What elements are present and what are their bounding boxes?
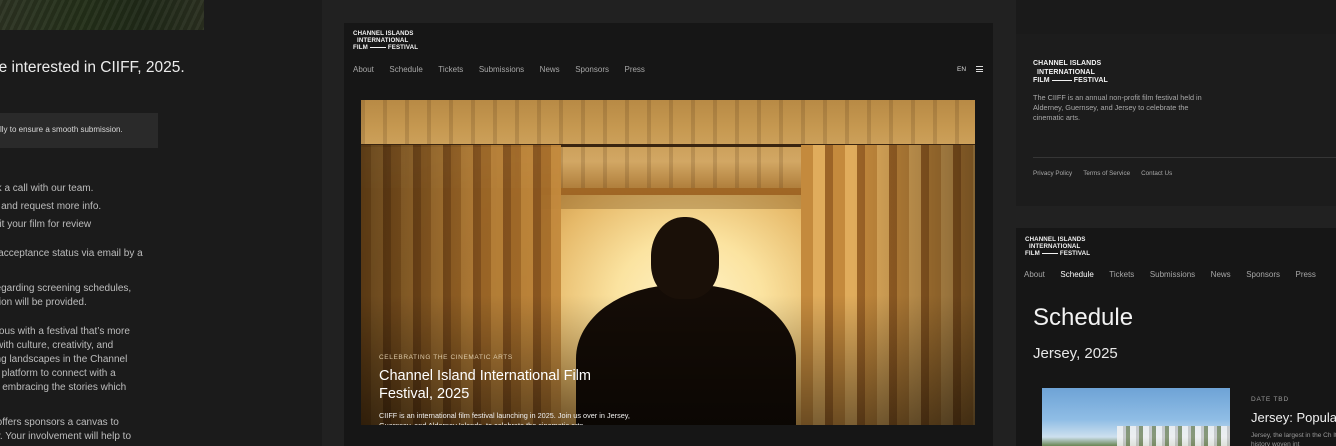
coastal-photo[interactable] [1042,388,1230,446]
logo-rule [1041,252,1058,254]
logo-line: CHANNEL ISLANDS [1033,60,1102,67]
logo-rule [1051,79,1072,81]
about-paragraph-line: n on embracing the stories which [0,382,127,393]
process-step: ditation will be provided. [0,297,87,308]
nav-about[interactable]: About [1024,270,1045,279]
nav-submissions[interactable]: Submissions [1150,270,1195,279]
footer-top-strip [1016,0,1336,34]
logo-line: INTERNATIONAL [357,37,409,44]
logo-word: FILM [1033,77,1050,84]
sponsor-paragraph-line: bally. Your involvement will help to [0,431,132,442]
contact-us-link[interactable]: Contact Us [1141,170,1172,177]
logo-line: FILM FESTIVAL [1025,250,1090,257]
nav-schedule[interactable]: Schedule [389,65,422,74]
schedule-nav: About Schedule Tickets Submissions News … [1024,270,1331,279]
logo-word: FILM [1025,250,1040,257]
hero-description: CIIFF is an international film festival … [379,411,630,425]
logo-word: FESTIVAL [1059,250,1091,257]
logo-line: FILM FESTIVAL [1033,77,1108,86]
event-name[interactable]: Jersey: Popula [1251,410,1336,425]
schedule-logo[interactable]: CHANNEL ISLANDS INTERNATIONAL FILM FESTIV… [1025,236,1090,257]
logo-word: FESTIVAL [387,44,419,51]
footer-divider [1033,157,1336,158]
logo-word: FILM [353,44,368,51]
privacy-policy-link[interactable]: Privacy Policy [1033,170,1072,177]
logo-line: CHANNEL ISLANDS [353,30,414,37]
homepage-preview: CHANNEL ISLANDS INTERNATIONAL FILM FESTIV… [344,23,993,446]
silhouette-head [651,217,719,299]
event-date: DATE TBD [1251,396,1289,403]
nav-press[interactable]: Press [1295,270,1315,279]
about-paragraph-line: nymous with a festival that’s more [0,326,130,337]
logo-line: INTERNATIONAL [1037,68,1095,76]
schedule-subtitle: Jersey, 2025 [1033,345,1118,362]
hero-title: Channel Island International Film Festiv… [379,368,591,402]
footer-logo[interactable]: CHANNEL ISLANDS INTERNATIONAL FILM FESTIV… [1033,60,1108,86]
main-nav: About Schedule Tickets Submissions News … [353,65,660,74]
nav-tickets[interactable]: Tickets [1109,270,1134,279]
hero-image: CELEBRATING THE CINEMATIC ARTS Channel I… [361,100,975,425]
schedule-title: Schedule [1033,304,1134,331]
about-paragraph-line: led with culture, creativity, and [0,340,114,351]
landscape-photo [0,0,204,30]
nav-sponsors[interactable]: Sponsors [575,65,609,74]
nav-news[interactable]: News [540,65,560,74]
nav-sponsors[interactable]: Sponsors [1246,270,1280,279]
process-step: m’s acceptance status via email by a [0,248,143,259]
nav-schedule-active[interactable]: Schedule [1060,270,1093,279]
left-panel: ’re interested in CIIFF, 2025. lly to en… [0,0,322,446]
interest-heading: ’re interested in CIIFF, 2025. [0,59,185,76]
terms-of-service-link[interactable]: Terms of Service [1083,170,1130,177]
footer-description: The CIIFF is an annual non-profit film f… [1033,93,1202,122]
language-toggle[interactable]: EN [957,66,966,73]
nav-submissions[interactable]: Submissions [479,65,524,74]
process-step: book a call with our team. [0,183,94,194]
process-step: ubmit your film for review [0,219,92,230]
logo-line: INTERNATIONAL [1029,243,1081,250]
about-paragraph-line: eled platform to connect with a [0,368,116,379]
hero-eyebrow: CELEBRATING THE CINEMATIC ARTS [379,354,513,361]
logo-rule [369,46,386,48]
sponsor-paragraph-line: hat offers sponsors a canvas to [0,417,119,428]
nav-news[interactable]: News [1211,270,1231,279]
process-step: ils regarding screening schedules, [0,283,132,294]
nav-about[interactable]: About [353,65,374,74]
nav-tickets[interactable]: Tickets [438,65,463,74]
logo-line: CHANNEL ISLANDS [1025,236,1086,243]
logo-word: FESTIVAL [1073,77,1108,84]
logo-line: FILM FESTIVAL [353,44,418,51]
event-description: Jersey, the largest in the Ch Its rich h… [1251,432,1336,446]
nav-press[interactable]: Press [624,65,644,74]
submission-note: lly to ensure a smooth submission. [0,113,158,148]
footer-links: Privacy Policy Terms of Service Contact … [1033,170,1183,177]
process-step: film, and request more info. [0,201,102,212]
hamburger-menu-icon[interactable] [976,66,983,72]
footer-preview: CHANNEL ISLANDS INTERNATIONAL FILM FESTIV… [1016,0,1336,206]
about-paragraph-line: taking landscapes in the Channel [0,354,128,365]
festival-logo[interactable]: CHANNEL ISLANDS INTERNATIONAL FILM FESTIV… [353,30,418,51]
schedule-preview: CHANNEL ISLANDS INTERNATIONAL FILM FESTIV… [1016,228,1336,446]
